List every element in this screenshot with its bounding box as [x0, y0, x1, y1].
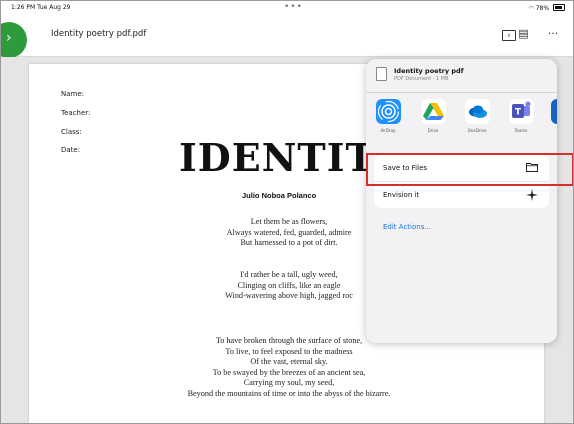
- poem-line: To be swayed by the breezes of an ancien…: [212, 367, 366, 377]
- office-icon: [550, 99, 557, 124]
- status-bar: 1:26 PM Tue Aug 29 ••• ◠ 78%: [1, 1, 573, 16]
- share-app-row: AirDrop Drive OneDrive T Teams: [366, 99, 557, 149]
- date-field-label: Date:: [61, 146, 81, 154]
- svg-text:T: T: [514, 108, 521, 118]
- multitask-dots[interactable]: •••: [284, 2, 303, 12]
- share-app-teams[interactable]: T Teams: [504, 99, 538, 133]
- edit-actions-link[interactable]: Edit Actions...: [383, 223, 431, 231]
- poem-line: Beyond the mountains of time or into the…: [187, 388, 391, 398]
- app-name: Drive: [427, 128, 439, 133]
- battery-icon: [553, 4, 565, 11]
- onedrive-icon: [464, 99, 490, 124]
- divider: [366, 92, 557, 93]
- status-right: ◠ 78%: [529, 4, 565, 12]
- search-doc-icon[interactable]: ⌕: [488, 27, 516, 41]
- app-name: OneDrive: [467, 128, 487, 133]
- share-sheet-header: Identity poetry pdf PDF Document · 1 MB: [366, 59, 557, 90]
- notes-icon[interactable]: ▤: [518, 27, 530, 40]
- sparkle-icon: [526, 189, 538, 204]
- teams-icon: T: [508, 99, 534, 124]
- share-app-onedrive[interactable]: OneDrive: [460, 99, 494, 133]
- name-field-label: Name:: [61, 90, 85, 98]
- app-name: O: [546, 128, 557, 133]
- highlight-box: [366, 153, 573, 186]
- stanza-3: To have broken through the surface of st…: [29, 336, 549, 399]
- wifi-icon: ◠: [528, 5, 534, 12]
- poem-line: Carrying my soul, my seed,: [243, 378, 335, 387]
- airdrop-icon: [375, 99, 401, 124]
- back-button[interactable]: ›: [1, 22, 27, 58]
- navigation-bar: › Identity poetry pdf.pdf ⌕ ▤ ···: [1, 16, 573, 58]
- poem-line: To live, to feel exposed to the madness: [225, 346, 353, 356]
- google-drive-icon: [420, 99, 446, 124]
- share-app-office[interactable]: O: [546, 99, 557, 133]
- share-file-title: Identity poetry pdf: [394, 67, 464, 75]
- teacher-field-label: Teacher:: [61, 109, 91, 117]
- battery-label: 78%: [535, 5, 550, 12]
- class-field-label: Class:: [61, 128, 82, 136]
- share-app-airdrop[interactable]: AirDrop: [371, 99, 405, 133]
- more-icon[interactable]: ···: [547, 27, 559, 40]
- pdf-file-icon: [376, 67, 387, 81]
- poem-title: IDENTIT: [179, 135, 375, 180]
- share-sheet: Identity poetry pdf PDF Document · 1 MB …: [366, 59, 557, 343]
- poem-line: Of the vast, eternal sky.: [250, 357, 328, 366]
- share-file-subtitle: PDF Document · 1 MB: [394, 76, 449, 82]
- status-time: 1:26 PM Tue Aug 29: [11, 4, 71, 11]
- share-app-drive[interactable]: Drive: [416, 99, 450, 133]
- action-label: Envision it: [383, 191, 420, 199]
- nav-toolbar: ⌕ ▤ ···: [474, 27, 559, 41]
- document-title: Identity poetry pdf.pdf: [51, 29, 147, 39]
- app-window: 1:26 PM Tue Aug 29 ••• ◠ 78% › Identity …: [0, 0, 574, 424]
- app-name: AirDrop: [380, 128, 396, 133]
- chevron-right-icon: ›: [6, 30, 12, 46]
- poem-author: Julio Noboa Polanco: [242, 191, 317, 200]
- app-name: Teams: [514, 128, 528, 133]
